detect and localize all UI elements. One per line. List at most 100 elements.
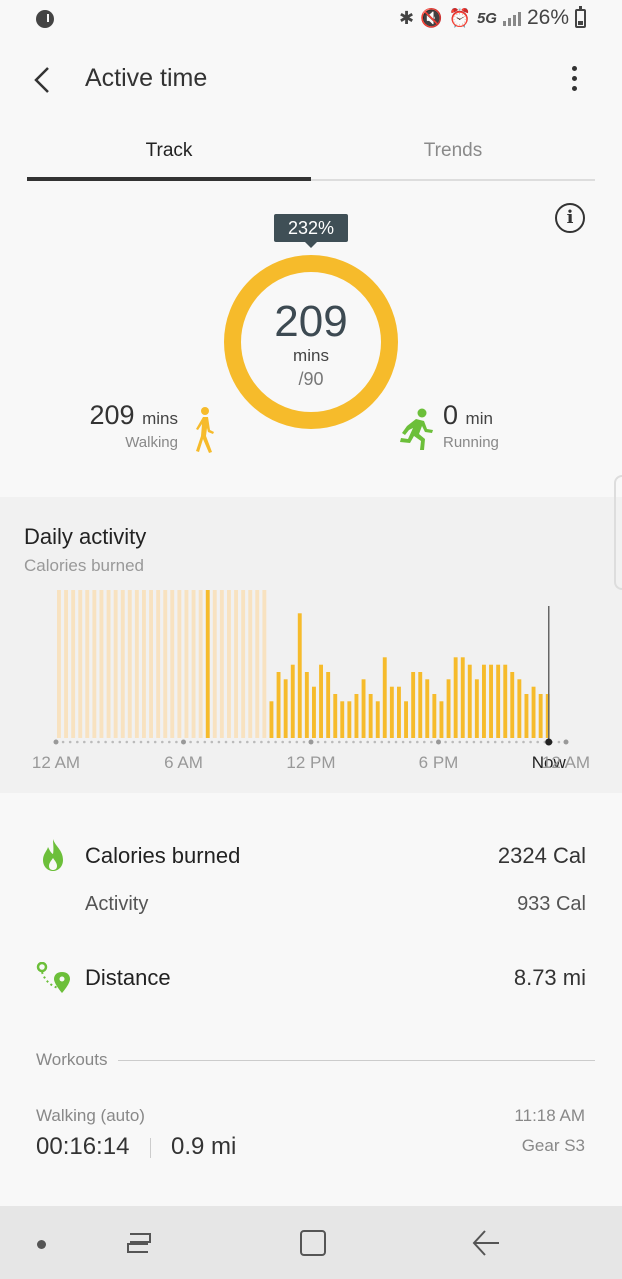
baseline-dot: [465, 740, 469, 744]
baseline-dot: [203, 740, 207, 744]
chart-bar: [482, 664, 486, 738]
running-icon: [400, 408, 433, 450]
chart-bar: [354, 694, 359, 738]
chart-bar: [375, 701, 380, 738]
baseline-dot: [345, 740, 348, 744]
baseline-dot: [253, 740, 256, 744]
tick-label: 6 PM: [419, 753, 459, 772]
tab-trends[interactable]: Trends: [311, 140, 595, 180]
battery-icon: [575, 5, 586, 28]
network-label: 5G: [476, 9, 497, 27]
info-icon[interactable]: i: [555, 203, 585, 233]
percent-badge-tail: [304, 241, 318, 248]
more-options-button[interactable]: [560, 62, 590, 98]
running-value: 0 min: [443, 400, 493, 430]
baseline-dot: [416, 740, 419, 744]
chart-bar: [503, 664, 508, 738]
baseline-dot: [451, 740, 455, 744]
active-minutes-value: 209: [274, 297, 348, 346]
chart-bar: [191, 590, 196, 738]
baseline-dot: [217, 740, 221, 744]
baseline-dot: [104, 740, 107, 744]
chart-bar: [290, 664, 295, 738]
chart-bar: [142, 590, 146, 738]
chart-bar: [149, 590, 153, 738]
chart-bar: [347, 701, 352, 738]
baseline-dot: [352, 740, 355, 744]
chart-bar: [397, 686, 401, 738]
chart-bar: [255, 590, 260, 738]
workout-separator: [150, 1138, 151, 1158]
baseline-dot: [189, 740, 192, 744]
baseline-dot: [366, 740, 370, 744]
baseline-dot: [61, 740, 65, 744]
chart-bar: [170, 590, 175, 738]
baseline-dot: [338, 740, 341, 744]
baseline-dot: [246, 740, 249, 744]
chart-bar: [92, 590, 97, 738]
chart-bar: [248, 590, 253, 738]
chart-bar: [276, 672, 281, 738]
recent-apps-icon[interactable]: [124, 1230, 154, 1256]
chart-bar: [304, 672, 309, 738]
chart-bar: [212, 590, 217, 738]
walking-value: 209 mins: [89, 400, 178, 430]
chart-bar: [496, 664, 501, 738]
baseline-dot: [394, 740, 398, 744]
chart-bar: [517, 679, 522, 738]
chart-bar: [85, 590, 90, 738]
workout-type: Walking (auto): [36, 1106, 145, 1125]
baseline-dot: [522, 740, 525, 744]
chart-bar: [389, 686, 394, 738]
activity-value: 933 Cal: [517, 893, 586, 915]
baseline-dot: [90, 740, 93, 744]
baseline-dot: [97, 740, 100, 744]
baseline-dot: [224, 740, 228, 744]
chart-bar: [134, 590, 139, 738]
chart-bar: [418, 672, 423, 738]
baseline-dot: [515, 740, 518, 744]
chart-bar: [432, 694, 437, 738]
chart-bar: [489, 664, 493, 738]
chart-bar: [198, 590, 203, 738]
chart-bar: [71, 590, 76, 738]
tick-label: 12 AM: [32, 753, 80, 772]
baseline-dot: [146, 740, 150, 744]
running-label: Running: [443, 434, 499, 451]
baseline-dot: [479, 740, 483, 744]
baseline-dot: [423, 740, 426, 744]
chart-bar: [120, 590, 125, 738]
chart-bar: [361, 679, 366, 738]
activity-label: Activity: [85, 893, 149, 915]
baseline-dot: [260, 740, 263, 744]
tick-dot: [53, 739, 59, 745]
baseline-dot: [196, 740, 199, 744]
baseline-dot: [486, 740, 490, 744]
chart-bar: [64, 590, 68, 738]
chart-bar: [234, 590, 238, 738]
baseline-dot: [536, 740, 539, 744]
chart-bar: [99, 590, 104, 738]
chart-bar: [467, 664, 472, 738]
chart-bar: [283, 679, 288, 738]
workouts-section-label: Workouts: [36, 1050, 108, 1069]
distance-value: 8.73 mi: [513, 965, 586, 990]
distance-row[interactable]: Distance 8.73 mi: [36, 965, 586, 995]
chart-bar: [177, 590, 182, 738]
chart-bar: [156, 590, 161, 738]
chart-bar: [78, 590, 83, 738]
baseline-dot: [153, 740, 157, 744]
tick-dot: [436, 739, 441, 745]
baseline-dot: [472, 740, 476, 744]
daily-activity-title: Daily activity: [24, 524, 147, 549]
back-icon[interactable]: [471, 1229, 501, 1257]
chart-bar: [127, 590, 132, 738]
chart-bar: [227, 590, 231, 738]
back-button[interactable]: [24, 58, 60, 102]
baseline-dot: [493, 740, 497, 744]
home-icon[interactable]: [300, 1230, 326, 1256]
nav-dot-icon[interactable]: [37, 1240, 46, 1249]
tab-track[interactable]: Track: [27, 140, 311, 180]
calories-row[interactable]: Calories burned 2324 Cal: [36, 843, 586, 873]
chart-bar: [113, 590, 118, 738]
